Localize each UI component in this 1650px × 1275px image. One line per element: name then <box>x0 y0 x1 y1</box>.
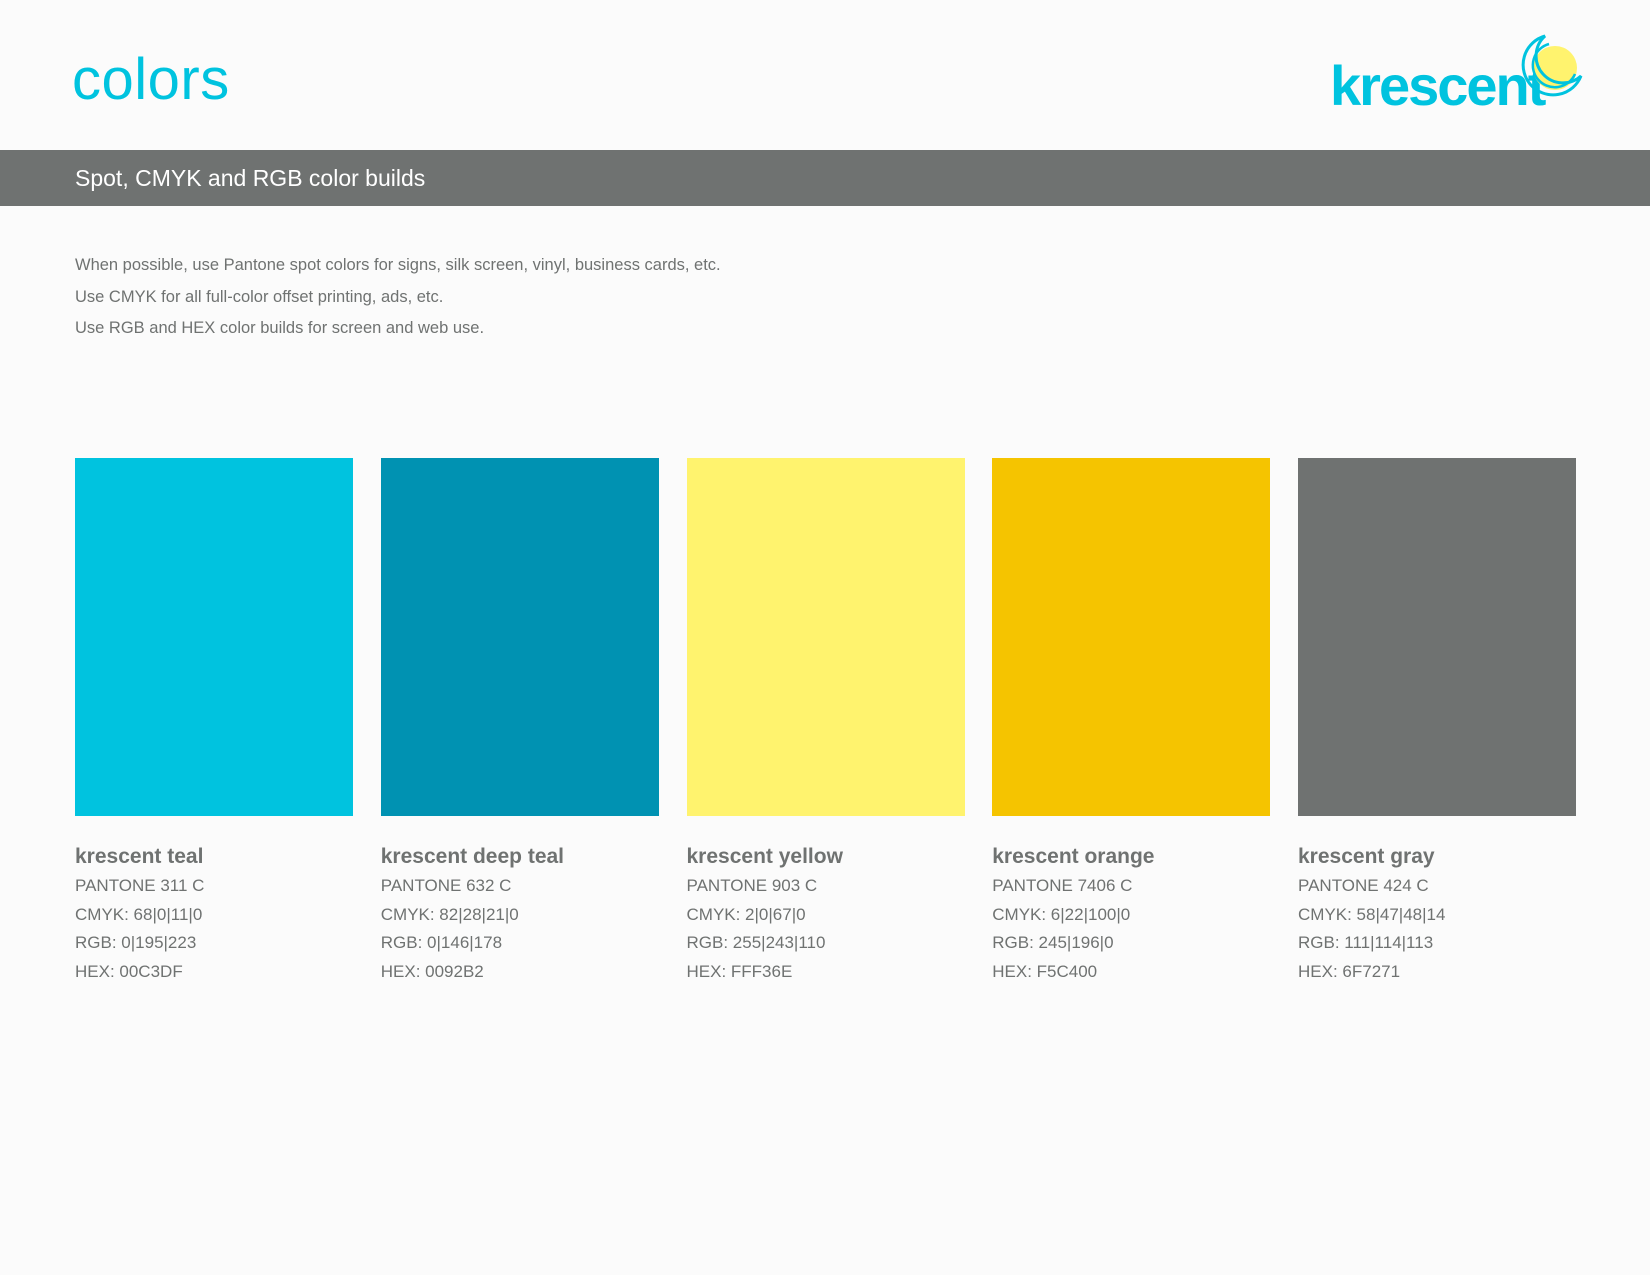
swatch-rgb: RGB: 245|196|0 <box>992 933 1114 952</box>
guideline-line: Use CMYK for all full-color offset print… <box>75 287 444 306</box>
logo-wordmark: krescent <box>1330 54 1546 117</box>
swatch-name: krescent gray <box>1298 845 1435 868</box>
swatch-name: krescent yellow <box>686 845 843 868</box>
swatch-cmyk: CMYK: 58|47|48|14 <box>1298 904 1446 924</box>
swatch-hex: HEX: 00C3DF <box>75 961 183 981</box>
crescent-moon-icon <box>1521 34 1583 97</box>
color-swatches: krescent teal PANTONE 311 C CMYK: 68|0|1… <box>75 458 1576 981</box>
swatch-name: krescent orange <box>992 845 1155 868</box>
swatch-pantone: PANTONE 632 C <box>380 876 512 895</box>
swatch-teal: krescent teal PANTONE 311 C CMYK: 68|0|1… <box>75 458 353 986</box>
swatch-hex: HEX: F5C400 <box>992 961 1098 981</box>
swatch-cmyk: CMYK: 68|0|11|0 <box>75 904 203 924</box>
swatch-color-block <box>992 458 1271 816</box>
swatch-color-block <box>686 458 965 816</box>
swatch-color-block <box>380 458 659 816</box>
swatch-rgb: RGB: 0|146|178 <box>380 933 503 952</box>
swatch-cmyk: CMYK: 2|0|67|0 <box>686 904 806 924</box>
swatch-pantone: PANTONE 903 C <box>686 876 818 895</box>
guideline-line: When possible, use Pantone spot colors f… <box>75 256 721 274</box>
swatch-rgb: RGB: 255|243|110 <box>686 933 826 952</box>
swatch-rgb: RGB: 0|195|223 <box>75 933 197 952</box>
krescent-logo: krescent <box>1330 30 1585 120</box>
swatch-cmyk: CMYK: 82|28|21|0 <box>380 904 519 924</box>
swatch-hex: HEX: 0092B2 <box>380 961 484 981</box>
usage-guidelines: When possible, use Pantone spot colors f… <box>75 250 721 345</box>
swatch-gray: krescent gray PANTONE 424 C CMYK: 58|47|… <box>1298 458 1576 986</box>
swatch-name: krescent deep teal <box>380 845 565 868</box>
swatch-pantone: PANTONE 311 C <box>75 876 205 895</box>
swatch-orange: krescent orange PANTONE 7406 C CMYK: 6|2… <box>992 458 1271 986</box>
swatch-color-block <box>1298 458 1576 816</box>
swatch-hex: HEX: FFF36E <box>686 961 793 981</box>
section-banner: Spot, CMYK and RGB color builds <box>0 150 1650 206</box>
swatch-hex: HEX: 6F7271 <box>1298 961 1401 981</box>
swatch-deep-teal: krescent deep teal PANTONE 632 C CMYK: 8… <box>380 458 659 986</box>
swatch-name: krescent teal <box>75 845 204 868</box>
swatch-cmyk: CMYK: 6|22|100|0 <box>992 904 1131 924</box>
swatch-rgb: RGB: 111|114|113 <box>1298 933 1434 952</box>
swatch-color-block <box>75 458 353 816</box>
swatch-pantone: PANTONE 424 C <box>1298 876 1429 895</box>
guideline-line: Use RGB and HEX color builds for screen … <box>75 319 485 337</box>
banner-title: Spot, CMYK and RGB color builds <box>75 165 426 191</box>
swatch-yellow: krescent yellow PANTONE 903 C CMYK: 2|0|… <box>686 458 965 986</box>
swatch-pantone: PANTONE 7406 C <box>992 876 1133 895</box>
page-title: colors <box>72 47 230 112</box>
